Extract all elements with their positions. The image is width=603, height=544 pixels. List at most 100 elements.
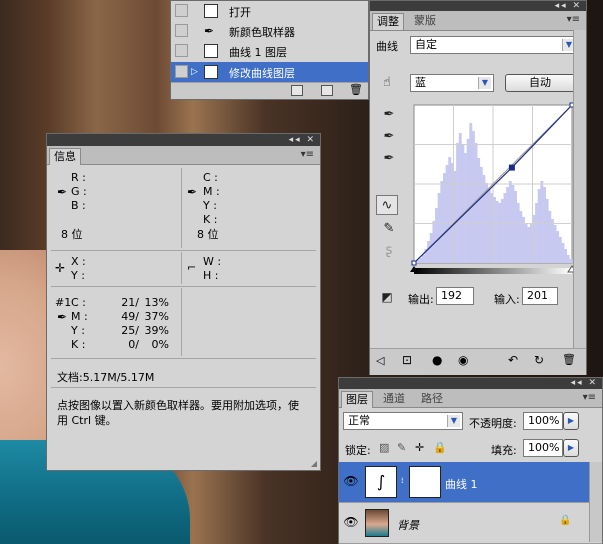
histogram-bar: [561, 243, 565, 263]
curves-graph[interactable]: [410, 101, 578, 279]
fill-slider-arrow-icon[interactable]: ▶: [563, 439, 579, 457]
sampler-value-k-2: 0%: [151, 338, 169, 351]
collapse-close-icon[interactable]: ◂◂ ✕: [571, 378, 598, 389]
history-item-curves-layer[interactable]: 曲线 1 图层: [171, 41, 368, 61]
sampler-value-c-2: 13%: [144, 296, 169, 309]
layers-scrollbar[interactable]: [589, 462, 602, 542]
visibility-eye-icon[interactable]: ◉: [458, 353, 468, 367]
curve-point-tool-icon[interactable]: ∿: [376, 195, 398, 215]
panel-menu-icon[interactable]: ▾≡: [583, 392, 596, 403]
lock-image-icon[interactable]: ✎: [397, 441, 406, 454]
tab-channels[interactable]: 通道: [379, 391, 409, 407]
history-checkbox[interactable]: [175, 24, 188, 37]
label-h: H :: [203, 269, 219, 282]
visibility-eye-icon[interactable]: 👁: [343, 474, 359, 488]
input-field[interactable]: 201: [522, 287, 558, 305]
history-checkbox[interactable]: [175, 4, 188, 17]
auto-button[interactable]: 自动: [505, 74, 575, 92]
tab-info[interactable]: 信息: [49, 148, 81, 165]
trash-icon[interactable]: 🗑: [349, 83, 363, 96]
channel-select[interactable]: 蓝 ▼: [410, 74, 494, 92]
histogram-bar: [548, 211, 552, 263]
history-checkbox[interactable]: [175, 44, 188, 57]
document-icon: [204, 44, 218, 58]
smooth-curve-icon[interactable]: ʂ: [378, 241, 400, 261]
eyedropper-icon[interactable]: ✒: [187, 185, 197, 199]
curves-adjustment-thumbnail-icon[interactable]: ∫: [365, 466, 397, 498]
layer-name[interactable]: 背景: [397, 517, 419, 533]
histogram-bar: [487, 189, 491, 263]
layer-name[interactable]: 曲线 1: [445, 476, 478, 492]
pencil-icon[interactable]: ✎: [378, 219, 400, 239]
layer-row-background[interactable]: 👁 背景 🔒: [339, 503, 602, 544]
layer-row-curves[interactable]: 👁 ∫ ⁞ 曲线 1: [339, 462, 602, 503]
output-label: 输出:: [408, 293, 434, 306]
visibility-eye-icon[interactable]: 👁: [343, 515, 359, 529]
histogram-bar: [514, 191, 517, 263]
histogram-bar: [479, 167, 483, 263]
lock-all-icon[interactable]: 🔒: [433, 441, 447, 454]
tab-paths[interactable]: 路径: [417, 391, 447, 407]
collapse-close-icon[interactable]: ◂◂ ✕: [555, 1, 582, 11]
clip-to-layer-icon[interactable]: ●: [432, 353, 442, 367]
sampler-value-m-1: 49/: [121, 310, 139, 323]
show-clipping-icon[interactable]: ◩: [376, 287, 398, 307]
history-item-new-sampler[interactable]: ✒ 新颜色取样器: [171, 21, 368, 41]
chain-link-icon[interactable]: ⁞: [401, 476, 404, 485]
preset-select[interactable]: 自定 ▼: [410, 36, 578, 54]
histogram-bar: [519, 211, 523, 263]
label-x: X :: [71, 255, 86, 268]
adjustments-titlebar[interactable]: ◂◂ ✕: [370, 1, 586, 11]
history-item-modify-curves[interactable]: ▷ 修改曲线图层: [171, 62, 368, 82]
info-titlebar[interactable]: ◂◂ ✕: [47, 134, 320, 146]
sampler-label-k: K :: [71, 338, 86, 351]
panel-menu-icon[interactable]: ▾≡: [301, 149, 314, 160]
curve-control-point[interactable]: [508, 164, 515, 171]
histogram-bar: [458, 133, 462, 263]
reset-icon[interactable]: ↻: [534, 353, 544, 367]
history-item-label: 曲线 1 图层: [229, 46, 287, 59]
black-point-eyedropper-icon[interactable]: ✒: [378, 105, 400, 125]
histogram-bar: [471, 131, 475, 263]
histogram-bar: [569, 259, 573, 263]
expand-view-icon[interactable]: ⊡: [402, 353, 412, 367]
fill-field[interactable]: 100%: [523, 439, 563, 457]
eyedropper-icon[interactable]: ✒: [57, 310, 67, 324]
adjustments-tabbar: 调整 蒙版 ▾≡: [370, 11, 586, 31]
divider: [51, 387, 316, 388]
adjustments-scrollbar[interactable]: [573, 30, 586, 348]
curve-control-point[interactable]: [411, 260, 417, 266]
history-item-open[interactable]: 打开: [171, 1, 368, 21]
sampler-value-y-1: 25/: [121, 324, 139, 337]
camera-snapshot-icon[interactable]: [321, 85, 333, 96]
tab-masks[interactable]: 蒙版: [410, 13, 440, 29]
resize-grip-icon[interactable]: ◢: [311, 459, 317, 468]
opacity-slider-arrow-icon[interactable]: ▶: [563, 412, 579, 430]
tab-adjustments[interactable]: 调整: [372, 13, 404, 30]
divider: [181, 288, 182, 356]
back-arrow-icon[interactable]: ◁: [376, 354, 384, 367]
background-layer-thumbnail[interactable]: [365, 509, 389, 537]
histogram-bar: [498, 203, 502, 263]
targeted-adjustment-hand-icon[interactable]: ☝: [376, 73, 398, 93]
gray-point-eyedropper-icon[interactable]: ✒: [378, 127, 400, 147]
blend-mode-select[interactable]: 正常 ▼: [343, 412, 463, 430]
output-field[interactable]: 192: [436, 287, 474, 305]
history-checkbox[interactable]: [175, 65, 188, 78]
layers-titlebar[interactable]: ◂◂ ✕: [339, 378, 602, 389]
trash-icon[interactable]: 🗑: [562, 353, 576, 366]
histogram-bar: [540, 181, 544, 263]
layer-mask-thumbnail[interactable]: [409, 466, 441, 498]
eyedropper-icon[interactable]: ✒: [57, 185, 67, 199]
new-document-from-state-icon[interactable]: [291, 85, 303, 96]
previous-state-icon[interactable]: ↶: [508, 353, 518, 367]
lock-position-icon[interactable]: ✛: [415, 441, 424, 454]
collapse-close-icon[interactable]: ◂◂ ✕: [289, 134, 316, 146]
panel-menu-icon[interactable]: ▾≡: [567, 14, 580, 25]
white-point-eyedropper-icon[interactable]: ✒: [378, 149, 400, 169]
tab-layers[interactable]: 图层: [341, 391, 373, 408]
lock-transparent-icon[interactable]: ▨: [379, 441, 389, 454]
opacity-field[interactable]: 100%: [523, 412, 563, 430]
histogram-bar: [503, 193, 507, 263]
info-panel: ◂◂ ✕ 信息 ▾≡ ✒ R : G : B : 8 位 ✒ C : M : Y…: [46, 133, 321, 471]
